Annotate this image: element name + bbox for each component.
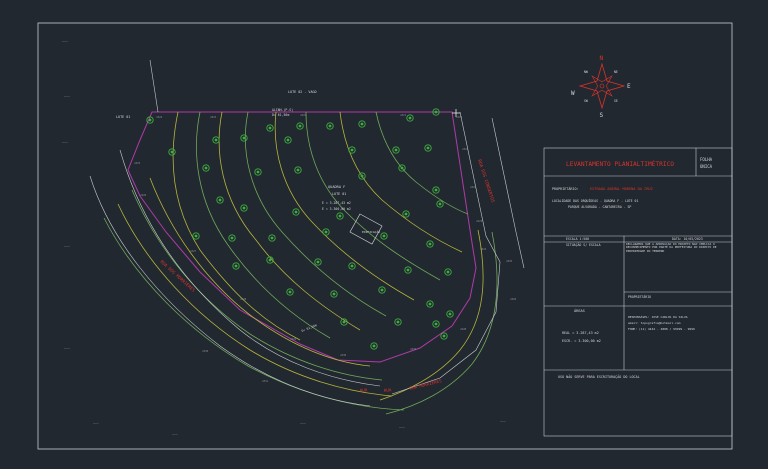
svg-text:×823: ×823 bbox=[210, 115, 217, 119]
compass-rose: N S E W NE NW SE SW bbox=[571, 55, 631, 119]
svg-text:———: ——— bbox=[300, 421, 306, 425]
svg-text:×827: ×827 bbox=[190, 249, 197, 253]
compass-east: E bbox=[627, 83, 631, 90]
label-bottom-dim: D= 61,56m bbox=[301, 323, 318, 333]
svg-text:×821: ×821 bbox=[400, 113, 407, 117]
area-real: REAL = 3.287,43 m2 bbox=[562, 331, 599, 335]
declaration-text: DECLARAMOS QUE A APROVAÇÃO DO PROJETO NÃ… bbox=[626, 243, 717, 253]
label-top-lot: LOTE 02 - VAGO bbox=[288, 90, 317, 94]
svg-text:×824: ×824 bbox=[156, 115, 163, 119]
road-left-label: RUA DOS MORRIERES bbox=[159, 259, 197, 294]
label-block: QUADRA F bbox=[328, 185, 345, 189]
svg-text:SW: SW bbox=[584, 99, 588, 103]
compass-south: S bbox=[600, 112, 604, 119]
drawing-canvas[interactable]: ——— ——— ——— ——— ——— ——— ——— ——— ——— ——— ×824 ×… bbox=[0, 0, 768, 469]
areas-label: ÁREAS bbox=[574, 308, 585, 313]
road-bottom-c: RUA MORRIERES bbox=[409, 378, 442, 391]
svg-text:×825: ×825 bbox=[134, 161, 141, 165]
responsible-name: RESPONSÁVEL: JOSÉ CARLOS DA SILVA bbox=[628, 314, 688, 319]
svg-text:×821: ×821 bbox=[462, 147, 469, 151]
svg-text:×829: ×829 bbox=[290, 337, 297, 341]
svg-text:———: ——— bbox=[93, 421, 99, 425]
svg-text:NE: NE bbox=[614, 70, 618, 74]
label-area1: E = 3.287,43 m2 bbox=[322, 201, 351, 205]
svg-text:SE: SE bbox=[614, 99, 618, 103]
road-bottom-b: RUA bbox=[384, 387, 393, 393]
situation-label: SITUAÇÃO S/ ESCALA bbox=[566, 242, 601, 247]
svg-text:———: ——— bbox=[64, 346, 70, 350]
svg-text:×822: ×822 bbox=[300, 113, 307, 117]
tree-symbols bbox=[146, 108, 454, 350]
svg-text:×825: ×825 bbox=[506, 259, 513, 263]
owner-value: ESTRADA ANIMAL MORENA DA CRUZ bbox=[590, 187, 654, 191]
svg-text:———: ——— bbox=[64, 94, 70, 98]
folha-number: ÚNICA bbox=[700, 164, 713, 169]
svg-text:×823: ×823 bbox=[476, 219, 483, 223]
svg-text:———: ——— bbox=[500, 419, 506, 423]
coordinate-ticks: ——— ——— ——— ——— ——— ——— ——— ——— ——— ——— bbox=[62, 39, 506, 436]
scale-label: ESCALA 1:500 bbox=[566, 237, 589, 241]
title-block bbox=[543, 147, 733, 437]
date-label: DATA: 10/05/2023 bbox=[672, 237, 703, 241]
svg-text:×822: ×822 bbox=[470, 185, 477, 189]
sheet-title: LEVANTAMENTO PLANIALTIMÉTRICO bbox=[566, 159, 674, 168]
label-left-lot: LOTE 01 bbox=[116, 115, 130, 119]
folha-label: FOLHA bbox=[700, 157, 713, 162]
compass-west: W bbox=[571, 90, 575, 97]
title-block-text: LEVANTAMENTO PLANIALTIMÉTRICO FOLHA ÚNIC… bbox=[552, 157, 717, 379]
location-line-2: PARQUE ALVORADA - CANTAREIRA - SP bbox=[568, 205, 631, 209]
label-top-dim2: D= 61,56m bbox=[272, 113, 289, 117]
svg-text:×828: ×828 bbox=[240, 297, 247, 301]
spot-elevations: ×824 ×823 ×822 ×821 ×820 ×821 ×822 ×823 ×824 ×… bbox=[134, 113, 517, 383]
svg-text:———: ——— bbox=[62, 39, 68, 43]
svg-text:———: ——— bbox=[64, 244, 70, 248]
svg-text:×820: ×820 bbox=[456, 115, 463, 119]
svg-text:×824: ×824 bbox=[480, 247, 487, 251]
cad-viewport[interactable]: ——— ——— ——— ——— ——— ——— ——— ——— ——— ——— bbox=[0, 0, 768, 469]
svg-text:———: ——— bbox=[399, 425, 405, 429]
svg-text:×830: ×830 bbox=[340, 353, 347, 357]
road-right-label: RUA DOS CONSERTOS bbox=[476, 159, 496, 204]
svg-text:×826: ×826 bbox=[510, 297, 517, 301]
label-top-dim: ALINH.(P.S) bbox=[272, 108, 293, 112]
svg-text:×826: ×826 bbox=[140, 193, 147, 197]
road-bottom-a: RUA bbox=[360, 387, 369, 393]
svg-text:———: ——— bbox=[62, 140, 68, 144]
responsible-phone: FONE: (11) 4444 - 4888 / 99999 - 9999 bbox=[628, 327, 695, 331]
svg-text:———: ——— bbox=[172, 432, 178, 436]
owner-label: PROPRIETÁRIO: bbox=[552, 186, 579, 191]
label-lot: LOTE 01 bbox=[332, 192, 346, 196]
label-area2: E = 3.300,00 m2 bbox=[322, 207, 351, 211]
svg-text:×830: ×830 bbox=[202, 349, 209, 353]
owner-signature-label: PROPRIETÁRIO bbox=[628, 294, 651, 299]
drawing-labels: LOTE 02 - VAGO LOTE 01 ALINH.(P.S) D= 61… bbox=[116, 90, 380, 333]
compass-north: N bbox=[600, 55, 604, 62]
svg-text:NW: NW bbox=[584, 70, 588, 74]
svg-text:×828: ×828 bbox=[460, 327, 467, 331]
label-building: EDIFICAÇÃO bbox=[362, 229, 380, 234]
location-line-1: LOCALIDADE DAS ORQUÍDEAS - QUADRA F - LO… bbox=[552, 198, 638, 203]
area-escr: ESCR. = 3.300,00 m2 bbox=[562, 339, 601, 343]
footer-note: USO NÃO SERVE PARA ESCRITURAÇÃO DO LOCAL bbox=[558, 374, 640, 379]
responsible-email: email: topografia@hotmail.com bbox=[628, 321, 681, 325]
svg-text:×831: ×831 bbox=[262, 379, 269, 383]
svg-text:×829: ×829 bbox=[410, 347, 417, 351]
